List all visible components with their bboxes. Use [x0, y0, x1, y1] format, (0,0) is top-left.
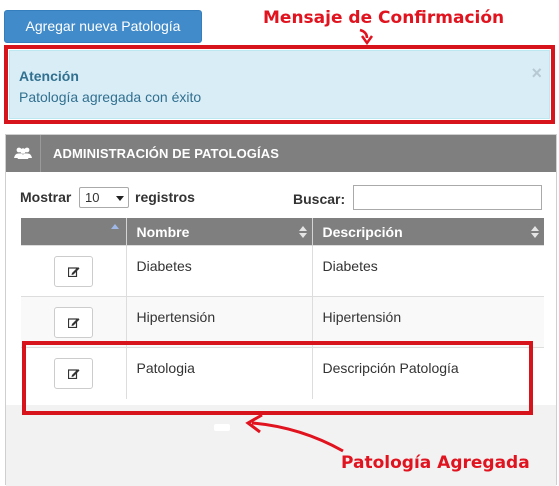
sort-icon	[531, 226, 539, 238]
added-pathology-annotation: Patología Agregada	[341, 453, 530, 473]
records-label: registros	[135, 189, 195, 205]
chevron-down-icon	[116, 196, 124, 201]
alert-title: Atención	[19, 68, 79, 84]
page-size-select[interactable]: 10	[79, 187, 129, 208]
table-cell-actions	[21, 296, 127, 348]
panel-icon-box	[6, 135, 41, 172]
table-cell-actions	[21, 245, 127, 297]
arrow-left-icon	[245, 413, 344, 453]
sort-icon	[298, 226, 307, 238]
search-label: Buscar:	[293, 191, 346, 207]
edit-button[interactable]	[53, 256, 93, 287]
alert-message: Patología agregada con éxito	[19, 89, 202, 105]
sort-ascending-icon	[110, 224, 119, 229]
edit-button[interactable]	[53, 307, 93, 338]
table-cell-nombre: Diabetes	[126, 245, 313, 297]
panel-title: ADMINISTRACIÓN DE PATOLOGÍAS	[53, 146, 279, 161]
added-row-highlight-box	[22, 341, 533, 415]
search-input[interactable]	[353, 185, 542, 210]
table-row: Diabetes Diabetes	[21, 245, 544, 297]
page-size-value: 10	[85, 190, 100, 205]
edit-icon	[67, 318, 80, 328]
table-row: Hipertensión Hipertensión	[21, 296, 544, 348]
column-header-nombre[interactable]: Nombre	[126, 218, 313, 246]
table-cell-descripcion: Hipertensión	[312, 296, 544, 348]
add-pathology-button[interactable]: Agregar nueva Patología	[4, 10, 202, 43]
column-header-descripcion[interactable]: Descripción	[312, 218, 544, 246]
table-cell-nombre: Hipertensión	[126, 296, 313, 348]
users-icon	[14, 147, 32, 159]
table-header-row: Nombre Descripción	[21, 218, 544, 246]
pagination-marker	[214, 424, 230, 431]
close-icon[interactable]: ×	[531, 64, 542, 82]
panel-header: ADMINISTRACIÓN DE PATOLOGÍAS	[6, 135, 556, 172]
table-cell-descripcion: Diabetes	[312, 245, 544, 297]
confirmation-annotation: Mensaje de Confirmación	[263, 8, 505, 28]
confirmation-alert: Atención Patología agregada con éxito ×	[9, 50, 550, 119]
show-label: Mostrar	[20, 189, 72, 205]
arrow-down-icon	[359, 28, 374, 46]
edit-icon	[67, 267, 80, 277]
column-header-actions[interactable]	[21, 218, 127, 246]
